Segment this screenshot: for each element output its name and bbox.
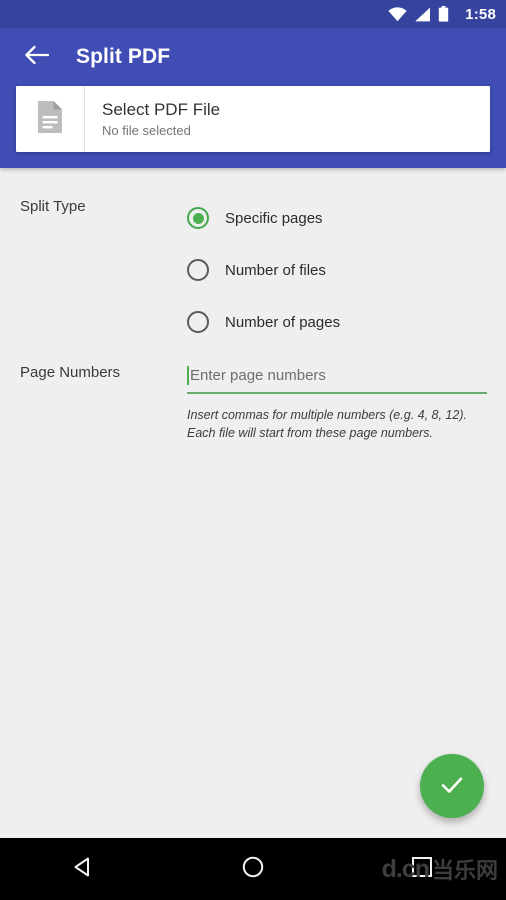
app-bar-top-row: Split PDF (0, 28, 506, 86)
nav-back-button[interactable] (49, 843, 119, 895)
status-bar-icons: 1:58 (388, 6, 496, 22)
radio-label-specific-pages: Specific pages (225, 209, 323, 227)
android-navigation-bar: d.cn 当乐网 (0, 838, 506, 900)
page-numbers-row: Page Numbers Enter page numbers Insert c… (0, 358, 506, 442)
back-button[interactable] (20, 40, 54, 74)
page-title: Split PDF (76, 45, 171, 68)
file-card-title: Select PDF File (102, 100, 221, 120)
app-bar: Split PDF Select PDF File No file select… (0, 28, 506, 168)
text-caret (187, 365, 189, 385)
square-recents-icon (411, 856, 433, 883)
battery-icon (438, 6, 449, 22)
radio-button-number-of-files[interactable] (187, 259, 209, 281)
status-bar-clock: 1:58 (465, 5, 496, 23)
document-icon (36, 100, 64, 139)
nav-recents-button[interactable] (387, 843, 457, 895)
arrow-left-icon (24, 44, 50, 71)
radio-label-number-of-pages: Number of pages (225, 313, 341, 331)
phone-screen: 1:58 Split PDF Select PDF File No file s… (0, 0, 506, 900)
radio-option-number-of-files[interactable]: Number of files (187, 244, 506, 296)
wifi-icon (388, 6, 407, 22)
status-bar: 1:58 (0, 0, 506, 28)
select-pdf-file-card[interactable]: Select PDF File No file selected (16, 86, 490, 152)
split-type-label: Split Type (20, 198, 86, 215)
radio-button-specific-pages[interactable] (187, 207, 209, 229)
content-area: Split Type Specific pages Number of file… (0, 168, 506, 838)
radio-button-number-of-pages[interactable] (187, 311, 209, 333)
page-numbers-label: Page Numbers (20, 364, 121, 381)
nav-home-button[interactable] (218, 843, 288, 895)
radio-dot-icon (192, 212, 204, 224)
file-card-subtitle: No file selected (102, 123, 191, 139)
page-numbers-input[interactable]: Enter page numbers (187, 358, 487, 394)
signal-icon (414, 7, 431, 22)
radio-option-number-of-pages[interactable]: Number of pages (187, 296, 506, 348)
confirm-fab-button[interactable] (420, 754, 484, 818)
circle-home-icon (241, 855, 265, 884)
page-numbers-field-column: Enter page numbers Insert commas for mul… (187, 358, 506, 442)
radio-option-specific-pages[interactable]: Specific pages (187, 192, 506, 244)
radio-label-number-of-files: Number of files (225, 261, 326, 279)
file-card-text: Select PDF File No file selected (85, 86, 490, 152)
file-icon-container (16, 86, 85, 152)
check-icon (436, 769, 468, 804)
split-type-radio-group: Specific pages Number of files Number of… (187, 192, 506, 348)
page-numbers-placeholder: Enter page numbers (190, 366, 326, 384)
split-type-row: Split Type Specific pages Number of file… (0, 192, 506, 348)
page-numbers-hint: Insert commas for multiple numbers (e.g.… (187, 408, 467, 441)
triangle-back-icon (72, 855, 96, 884)
